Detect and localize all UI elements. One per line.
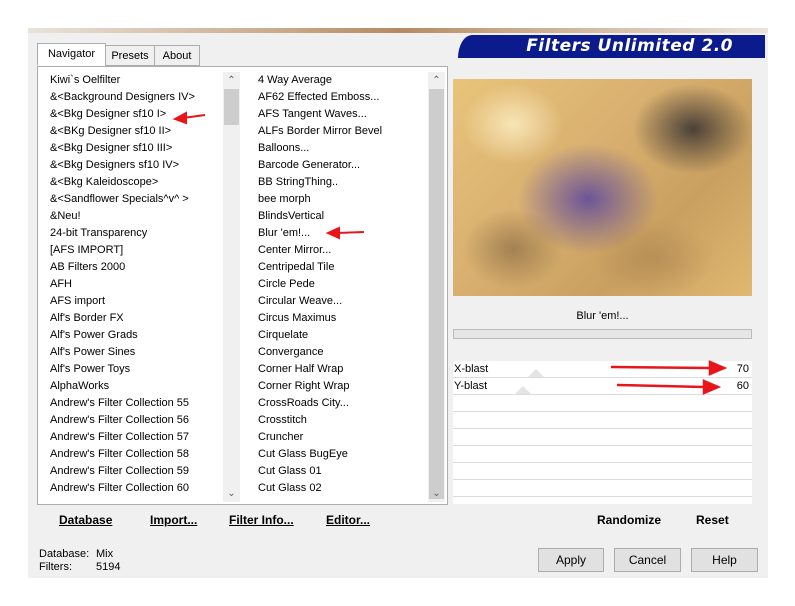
annotation-arrows [172, 111, 728, 395]
annotation-arrow-icon [325, 226, 365, 240]
annotation-arrow-icon [610, 360, 728, 376]
annotation-arrow-icon [616, 379, 722, 395]
annotation-arrow-icon [172, 111, 206, 125]
